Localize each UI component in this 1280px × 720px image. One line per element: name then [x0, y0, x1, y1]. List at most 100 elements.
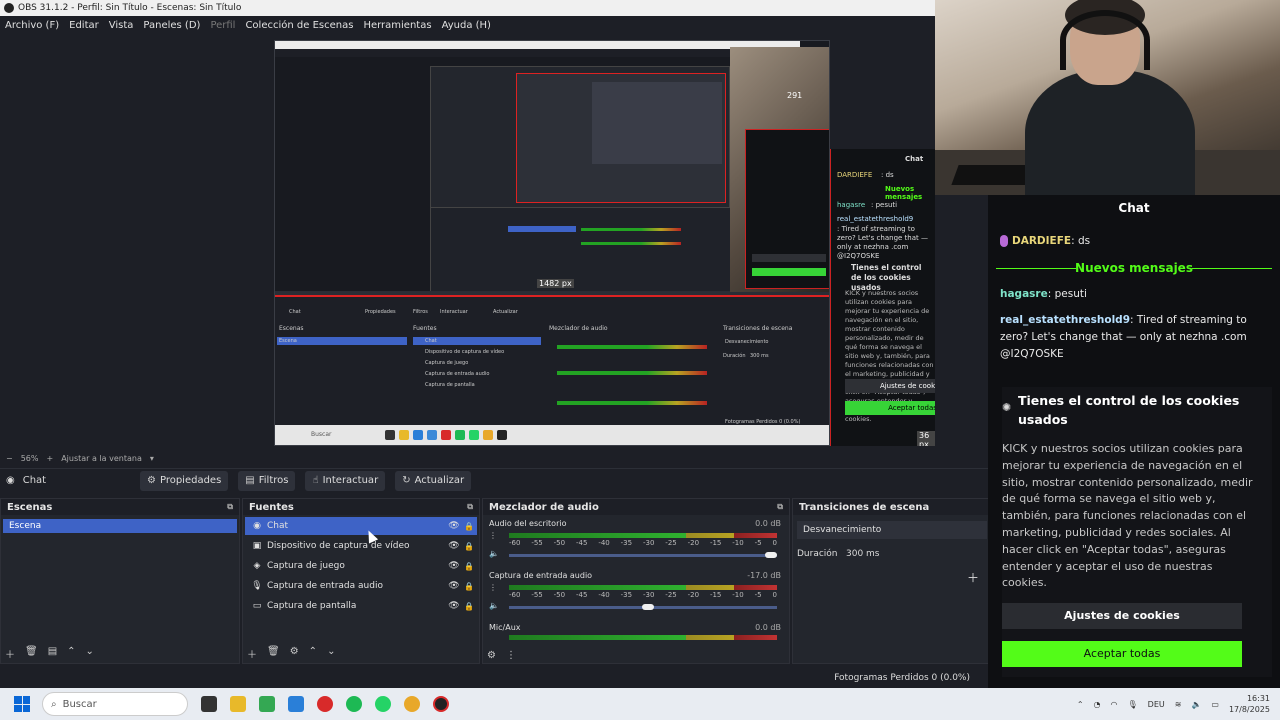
- lock-icon[interactable]: 🔒: [461, 602, 477, 611]
- lock-icon[interactable]: 🔒: [461, 582, 477, 591]
- eye-icon[interactable]: 👁: [447, 601, 461, 611]
- wifi-icon[interactable]: ◠: [1111, 700, 1118, 709]
- move-down-icon[interactable]: ⌄: [86, 646, 94, 661]
- volume-slider-thumb[interactable]: [642, 604, 655, 610]
- volume-slider[interactable]: [509, 554, 777, 557]
- channel-db: 0.0 dB: [755, 623, 781, 632]
- scene-item[interactable]: Escena: [3, 519, 237, 533]
- menu-profile[interactable]: Perfil: [205, 20, 240, 31]
- source-label: Dispositivo de captura de vídeo: [267, 541, 410, 551]
- transition-select[interactable]: Desvanecimiento: [797, 521, 987, 539]
- wifi-signal-icon[interactable]: ≋: [1175, 700, 1182, 709]
- eye-icon[interactable]: 👁: [447, 541, 461, 551]
- menu-docks[interactable]: Paneles (D): [138, 20, 205, 31]
- eye-icon[interactable]: 👁: [447, 561, 461, 571]
- add-icon[interactable]: ＋: [967, 569, 979, 586]
- kebab-menu-icon[interactable]: ⋮: [489, 531, 497, 540]
- chevron-down-icon[interactable]: ▾: [150, 454, 154, 463]
- zoom-out-icon[interactable]: −: [6, 454, 13, 463]
- cookie-icon: ✺: [1002, 401, 1012, 414]
- undock-icon[interactable]: ⧉: [227, 502, 233, 512]
- speaker-icon[interactable]: 🔈: [489, 549, 499, 558]
- audio-meter: [509, 533, 777, 538]
- source-row-game-capture[interactable]: ◈ Captura de juego 👁 🔒: [245, 557, 477, 575]
- opera-icon[interactable]: [317, 696, 333, 712]
- move-up-icon[interactable]: ⌃: [67, 646, 75, 661]
- spotify-icon[interactable]: [346, 696, 362, 712]
- program-preview[interactable]: 1482 px 291 Chat Propiedades Filtros Int…: [274, 40, 830, 446]
- add-icon[interactable]: ＋: [247, 646, 257, 661]
- trash-icon[interactable]: 🗑: [25, 646, 38, 661]
- source-row-audio-input[interactable]: 🎙 Captura de entrada audio 👁 🔒: [245, 577, 477, 595]
- menu-file[interactable]: Archivo (F): [0, 20, 64, 31]
- language[interactable]: DEU: [1148, 700, 1165, 709]
- lock-icon[interactable]: 🔒: [461, 562, 477, 571]
- menu-help[interactable]: Ayuda (H): [437, 20, 496, 31]
- speaker-icon[interactable]: 🔈: [1191, 700, 1201, 709]
- speaker-icon[interactable]: 🔈: [489, 601, 499, 610]
- chat-username[interactable]: DARDIEFE: [1012, 235, 1071, 247]
- zoom-fit-select[interactable]: Ajustar a la ventana: [61, 454, 142, 463]
- whatsapp-icon[interactable]: [375, 696, 391, 712]
- scale-tick: -20: [687, 539, 700, 547]
- file-explorer-icon[interactable]: [230, 696, 246, 712]
- windows-start-icon[interactable]: [14, 696, 30, 712]
- refresh-button[interactable]: ↻ Actualizar: [395, 470, 472, 491]
- taskbar-search[interactable]: ⌕ Buscar: [42, 692, 188, 716]
- eye-icon[interactable]: 👁: [447, 581, 461, 591]
- cookie-settings-button[interactable]: Ajustes de cookies: [1002, 603, 1242, 629]
- chat-text: : ds: [1071, 235, 1091, 247]
- battery-icon[interactable]: ▭: [1211, 700, 1219, 709]
- properties-button[interactable]: ⚙ Propiedades: [140, 470, 229, 491]
- app-icon[interactable]: [404, 696, 420, 712]
- chat-username[interactable]: real_estatethreshold9: [1000, 314, 1130, 326]
- source-row-display-capture[interactable]: ▭ Captura de pantalla 👁 🔒: [245, 597, 477, 615]
- source-row-video-capture[interactable]: ▣ Dispositivo de captura de vídeo 👁 🔒: [245, 537, 477, 555]
- zoom-level: 56%: [20, 453, 39, 463]
- filters-button[interactable]: ▤ Filtros: [238, 470, 296, 491]
- mic-icon[interactable]: 🎙: [1128, 700, 1138, 709]
- chat-message: real_estatethreshold9: Tired of streamin…: [1000, 312, 1272, 363]
- nested-src4: Captura de entrada audio: [425, 371, 490, 377]
- source-label: Captura de pantalla: [267, 601, 357, 611]
- window-title: OBS 31.1.2 - Perfil: Sin Título - Escena…: [18, 3, 242, 13]
- chat-username[interactable]: hagasre: [1000, 288, 1048, 300]
- duration-label: Duración: [797, 549, 838, 559]
- menu-edit[interactable]: Editar: [64, 20, 104, 31]
- lock-icon[interactable]: 🔒: [461, 542, 477, 551]
- undock-icon[interactable]: ⧉: [777, 502, 783, 512]
- gear-icon[interactable]: ⚙: [487, 650, 496, 661]
- zoom-in-icon[interactable]: +: [46, 454, 53, 463]
- gear-icon[interactable]: ⚙: [290, 646, 299, 661]
- interact-label: Interactuar: [322, 475, 379, 486]
- cookie-accept-button[interactable]: Aceptar todas: [1002, 641, 1242, 667]
- scale-tick: 0: [772, 539, 777, 547]
- move-up-icon[interactable]: ⌃: [309, 646, 317, 661]
- status-bar: Fotogramas Perdidos 0 (0.0%): [0, 668, 990, 688]
- task-view-icon[interactable]: [201, 696, 217, 712]
- add-icon[interactable]: ＋: [5, 646, 15, 661]
- app-icon[interactable]: [259, 696, 275, 712]
- menu-scene-collection[interactable]: Colección de Escenas: [240, 20, 358, 31]
- menu-tools[interactable]: Herramientas: [358, 20, 436, 31]
- kebab-menu-icon[interactable]: ⋮: [489, 583, 497, 592]
- network-icon[interactable]: ◔: [1094, 700, 1101, 709]
- eye-icon[interactable]: 👁: [447, 521, 461, 531]
- clock[interactable]: 16:31 17/8/2025: [1229, 693, 1270, 715]
- interact-button[interactable]: ☝ Interactuar: [305, 470, 386, 491]
- trash-icon[interactable]: 🗑: [267, 646, 280, 661]
- source-row-chat[interactable]: ◉ Chat 👁 🔒: [245, 517, 477, 535]
- undock-icon[interactable]: ⧉: [467, 502, 473, 512]
- menu-view[interactable]: Vista: [104, 20, 139, 31]
- move-down-icon[interactable]: ⌄: [327, 646, 335, 661]
- duration-input[interactable]: 300 ms: [843, 545, 987, 563]
- lock-icon[interactable]: 🔒: [461, 522, 477, 531]
- obs-icon[interactable]: [433, 696, 449, 712]
- scale-tick: -55: [531, 539, 543, 547]
- app-icon[interactable]: [288, 696, 304, 712]
- volume-slider-thumb[interactable]: [765, 552, 777, 558]
- sources-dock-title: Fuentes ⧉: [243, 499, 479, 515]
- filter-icon[interactable]: ▤: [48, 646, 57, 661]
- kebab-menu-icon[interactable]: ⋮: [506, 650, 516, 661]
- chevron-up-icon[interactable]: ⌃: [1077, 700, 1084, 709]
